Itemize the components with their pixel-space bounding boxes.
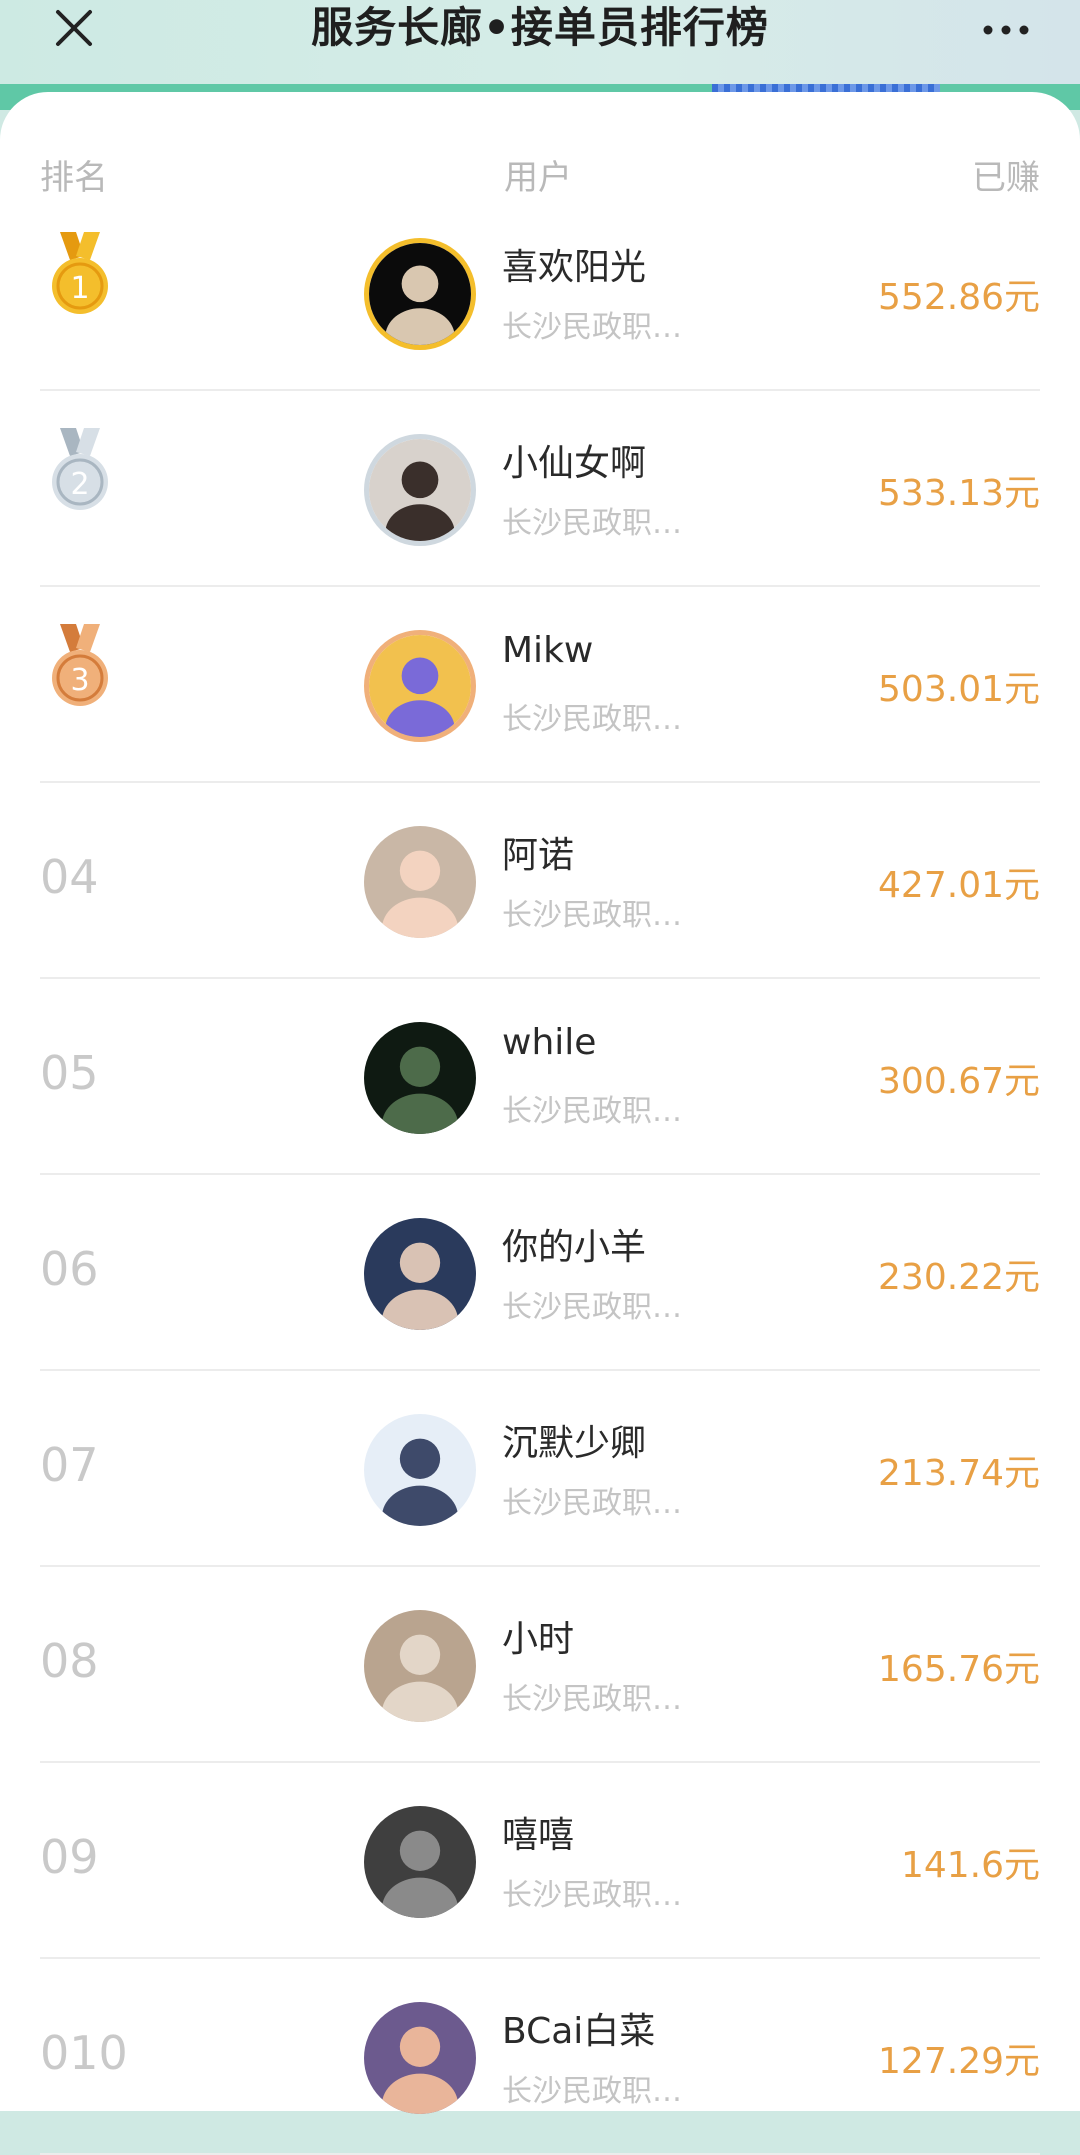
- avatar[interactable]: [364, 1610, 476, 1722]
- avatar[interactable]: [364, 826, 476, 938]
- ranking-row[interactable]: 08 小时长沙民政职… 165.76元: [40, 1568, 1040, 1763]
- ranking-row[interactable]: 06 你的小羊长沙民政职… 230.22元: [40, 1176, 1040, 1371]
- ranking-row[interactable]: 04 阿诺长沙民政职… 427.01元: [40, 784, 1040, 979]
- ranking-row[interactable]: 010 BCai白菜长沙民政职… 127.29元: [40, 1960, 1040, 2155]
- avatar[interactable]: [364, 1414, 476, 1526]
- user-school: 长沙民政职…: [502, 898, 682, 933]
- column-header-user: 用户: [504, 158, 572, 198]
- rank-number: 07: [40, 1438, 99, 1492]
- ranking-row[interactable]: 2 小仙女啊长沙民政职… 533.13元: [40, 392, 1040, 587]
- user-name: Mikw: [502, 630, 594, 671]
- medal-rank-number: 2: [70, 467, 89, 502]
- user-school: 长沙民政职…: [502, 506, 682, 541]
- avatar-image: [364, 826, 476, 938]
- avatar[interactable]: [364, 1022, 476, 1134]
- gold-medal-icon: 1: [52, 232, 108, 314]
- earned-amount: 427.01元: [878, 865, 1040, 906]
- user-school: 长沙民政职…: [502, 1094, 682, 1129]
- silver-medal-icon: 2: [52, 428, 108, 510]
- ranking-row[interactable]: 1 喜欢阳光长沙民政职… 552.86元: [40, 196, 1040, 391]
- earned-amount: 503.01元: [878, 669, 1040, 710]
- avatar-image: [364, 1218, 476, 1330]
- avatar-image: [364, 1022, 476, 1134]
- earned-amount: 533.13元: [878, 473, 1040, 514]
- user-school: 长沙民政职…: [502, 2074, 682, 2109]
- avatar[interactable]: [364, 434, 476, 546]
- avatar-image: [364, 2002, 476, 2114]
- column-header-rank: 排名: [40, 158, 108, 198]
- earned-amount: 230.22元: [878, 1257, 1040, 1298]
- column-header-earned: 已赚: [972, 158, 1040, 198]
- avatar[interactable]: [364, 2002, 476, 2114]
- avatar[interactable]: [364, 238, 476, 350]
- top-bar: 服务长廊•接单员排行榜: [0, 0, 1080, 110]
- avatar-image: [369, 439, 471, 541]
- ranking-row[interactable]: 07 沉默少卿长沙民政职… 213.74元: [40, 1372, 1040, 1567]
- rank-number: 04: [40, 850, 99, 904]
- rank-number: 08: [40, 1634, 99, 1688]
- medal-rank-number: 3: [70, 663, 89, 698]
- user-name: 沉默少卿: [502, 1423, 647, 1464]
- user-school: 长沙民政职…: [502, 1682, 682, 1717]
- close-button[interactable]: [52, 6, 96, 50]
- earned-amount: 141.6元: [900, 1845, 1040, 1886]
- more-icon: [983, 25, 1029, 35]
- user-name: 嘻嘻: [502, 1815, 575, 1856]
- user-school: 长沙民政职…: [502, 1878, 682, 1913]
- ranking-row[interactable]: 05 while 长沙民政职… 300.67元: [40, 980, 1040, 1175]
- user-name: 喜欢阳光: [502, 247, 647, 288]
- earned-amount: 213.74元: [878, 1453, 1040, 1494]
- earned-amount: 127.29元: [878, 2041, 1040, 2082]
- user-school: 长沙民政职…: [502, 310, 682, 345]
- earned-amount: 552.86元: [878, 277, 1040, 318]
- rank-number: 06: [40, 1242, 99, 1296]
- user-name: 小时: [502, 1619, 575, 1660]
- user-name: 阿诺: [502, 835, 575, 876]
- close-icon: [56, 10, 92, 46]
- earned-amount: 300.67元: [878, 1061, 1040, 1102]
- page-title: 服务长廊•接单员排行榜: [311, 3, 769, 52]
- user-school: 长沙民政职…: [502, 1290, 682, 1325]
- user-name: while: [502, 1022, 597, 1063]
- leaderboard-card: 排名 用户 已赚 1 喜欢阳光 长沙民政职… 552.86元 2 小仙女啊 长沙民政职… 53…: [0, 92, 1080, 2155]
- rank-number: 05: [40, 1046, 99, 1100]
- medal-rank-number: 1: [70, 271, 89, 306]
- avatar[interactable]: [364, 630, 476, 742]
- bronze-medal-icon: 3: [52, 624, 108, 706]
- ranking-row[interactable]: 3 Mikw 长沙民政职… 503.01元: [40, 588, 1040, 783]
- avatar[interactable]: [364, 1218, 476, 1330]
- avatar-image: [364, 1610, 476, 1722]
- more-button[interactable]: [976, 12, 1036, 48]
- avatar-image: [364, 1806, 476, 1918]
- avatar[interactable]: [364, 1806, 476, 1918]
- user-school: 长沙民政职…: [502, 702, 682, 737]
- user-name: BCai白菜: [502, 2011, 656, 2052]
- avatar-image: [369, 243, 471, 345]
- avatar-image: [369, 635, 471, 737]
- user-name: 你的小羊: [502, 1227, 647, 1268]
- ranking-row[interactable]: 09 嘻嘻长沙民政职… 141.6元: [40, 1764, 1040, 1959]
- rank-number: 09: [40, 1830, 99, 1884]
- earned-amount: 165.76元: [878, 1649, 1040, 1690]
- rank-number: 010: [40, 2026, 128, 2080]
- user-school: 长沙民政职…: [502, 1486, 682, 1521]
- avatar-image: [364, 1414, 476, 1526]
- user-name: 小仙女啊: [502, 443, 647, 484]
